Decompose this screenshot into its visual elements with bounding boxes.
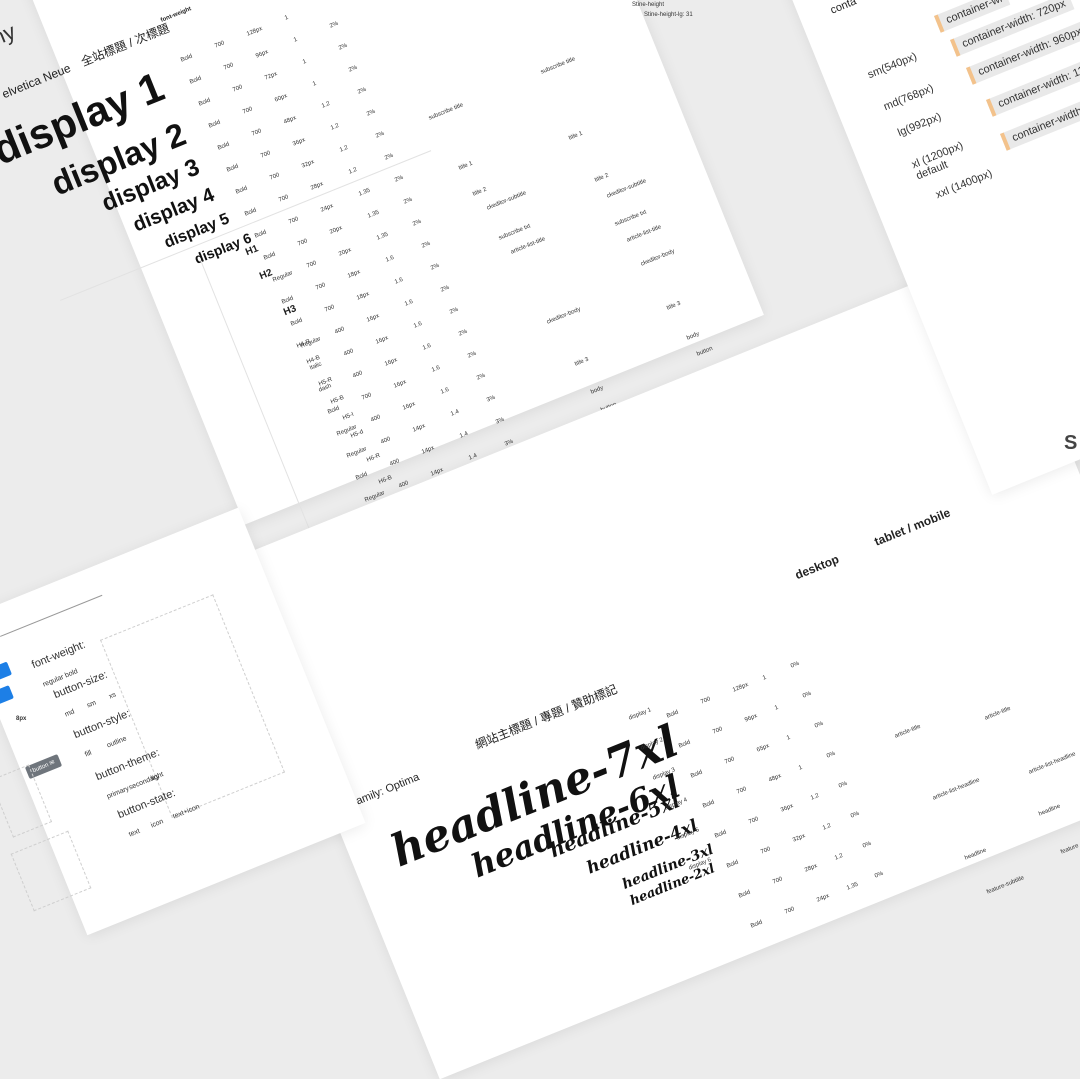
line-height-note: Stine-height-lg: 31 bbox=[644, 12, 693, 18]
line-height-note: Stine-height bbox=[632, 2, 665, 8]
panel-a-title: ny bbox=[0, 18, 19, 51]
panel-c-side-letter: S bbox=[1064, 432, 1078, 454]
mobile-usage-tag: feature bbox=[1060, 842, 1080, 856]
usage-tag: button bbox=[696, 345, 714, 358]
mail-icon: ✉ bbox=[48, 759, 56, 768]
type-level: H6-B bbox=[378, 474, 393, 486]
usage-tag: body bbox=[590, 385, 605, 396]
spec-cell: 400 bbox=[388, 458, 401, 468]
desktop-usage-tag: feature-subtitle bbox=[986, 875, 1026, 896]
size-label: 8px bbox=[16, 716, 27, 722]
spec-cell: 1.4 bbox=[458, 431, 469, 440]
spec-cell: 3% bbox=[494, 416, 506, 426]
font-family-label: elvetica Neue bbox=[0, 60, 73, 102]
